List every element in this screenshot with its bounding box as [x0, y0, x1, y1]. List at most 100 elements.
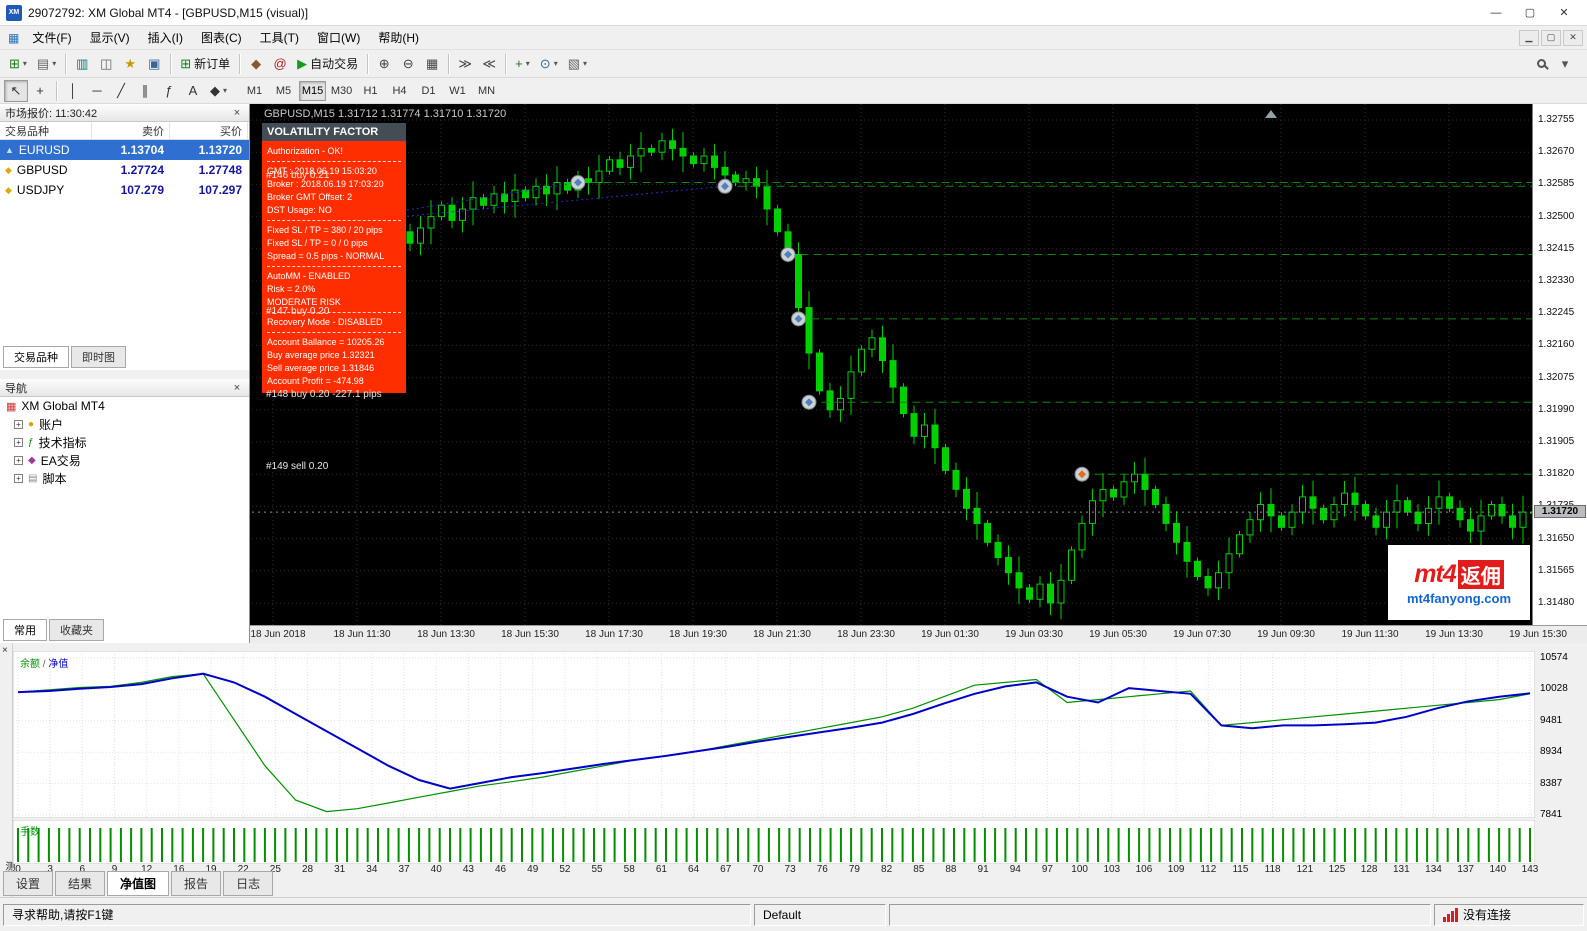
periods-button-dropdown[interactable]: ▾	[554, 59, 558, 68]
expand-icon[interactable]: +	[14, 420, 23, 429]
price-scale[interactable]: 1.31720 1.327551.326701.325851.325001.32…	[1532, 104, 1587, 625]
timeframe-w1[interactable]: W1	[444, 81, 471, 101]
chart-menu-icon[interactable]: ▦	[8, 31, 19, 45]
tester-tab-1[interactable]: 设置	[3, 871, 53, 896]
market-watch-column-3: 买价	[170, 122, 248, 139]
timeframe-m30[interactable]: M30	[328, 81, 355, 101]
indicators-button[interactable]: +▾	[510, 53, 535, 75]
new-chart-button-dropdown[interactable]: ▾	[23, 59, 27, 68]
auto-scroll-toggle[interactable]: ≫	[453, 53, 477, 75]
navigator-item-scripts[interactable]: +▤脚本	[0, 469, 249, 487]
mql-community-button[interactable]: @	[268, 53, 292, 75]
market-watch-tab-1[interactable]: 交易品种	[3, 346, 69, 368]
navigator-close-icon[interactable]: ×	[230, 382, 244, 394]
cursor-tool[interactable]: ↖	[4, 80, 28, 102]
timeframe-h4[interactable]: H4	[386, 81, 413, 101]
autotrading-button[interactable]: ▶自动交易	[292, 53, 363, 75]
horizontal-line-tool[interactable]: ─	[85, 80, 109, 102]
new-order-button[interactable]: ⊞新订单	[175, 53, 235, 75]
child-restore-button[interactable]: ▢	[1541, 30, 1561, 46]
timeframe-d1[interactable]: D1	[415, 81, 442, 101]
market-watch-close-icon[interactable]: ×	[230, 107, 244, 119]
search-icon[interactable]	[1529, 53, 1553, 75]
vertical-line-tool[interactable]: │	[61, 80, 85, 102]
timeframe-h1[interactable]: H1	[357, 81, 384, 101]
tester-tab-3[interactable]: 净值图	[107, 871, 169, 896]
market-watch-row-gbpusd[interactable]: ◆GBPUSD1.277241.27748	[0, 160, 249, 180]
market-watch-row-eurusd[interactable]: ▲EURUSD1.137041.13720	[0, 140, 249, 160]
fibonacci-tool[interactable]: ƒ	[157, 80, 181, 102]
templates-button-dropdown[interactable]: ▾	[583, 59, 587, 68]
close-button[interactable]: ✕	[1547, 2, 1581, 24]
data-window-toggle[interactable]: ◫	[94, 53, 118, 75]
tester-tab-2[interactable]: 结果	[55, 871, 105, 896]
chart-shift-toggle[interactable]: ≪	[477, 53, 501, 75]
maximize-button[interactable]: ▢	[1513, 2, 1547, 24]
periods-button[interactable]: ⊙▾	[535, 53, 563, 75]
status-connection[interactable]: 没有连接	[1434, 904, 1584, 926]
crosshair-tool[interactable]: +	[28, 80, 52, 102]
timeframe-m15[interactable]: M15	[299, 81, 326, 101]
menu-item-1[interactable]: 文件(F)	[23, 26, 80, 49]
quick-panel-icon[interactable]: ▾	[1553, 53, 1577, 75]
terminal-toggle[interactable]: ▣	[142, 53, 166, 75]
tester-x-label: 115	[1227, 864, 1253, 875]
expand-icon[interactable]: +	[14, 474, 23, 483]
trendline-tool[interactable]: ╱	[109, 80, 133, 102]
navigator-tab-1[interactable]: 常用	[3, 619, 47, 641]
market-watch-tab-2[interactable]: 即时图	[71, 346, 126, 368]
zoom-in-button[interactable]: ⊕	[372, 53, 396, 75]
time-label: 18 Jun 17:30	[582, 629, 646, 640]
timeframe-m5[interactable]: M5	[270, 81, 297, 101]
navigator-item-indicators[interactable]: +ƒ技术指标	[0, 433, 249, 451]
market-watch-toggle[interactable]: ▥	[70, 53, 94, 75]
candlestick-chart[interactable]	[252, 104, 1532, 625]
profiles-button[interactable]: ▤▾	[32, 53, 61, 75]
menu-item-7[interactable]: 帮助(H)	[369, 26, 428, 49]
trade-label-3: #148 buy 0.20 -227.1 pips	[266, 389, 382, 400]
timeframe-mn[interactable]: MN	[473, 81, 500, 101]
menu-item-6[interactable]: 窗口(W)	[308, 26, 369, 49]
new-chart-button[interactable]: ⊞▾	[4, 53, 32, 75]
overlay-line: Fixed SL / TP = 380 / 20 pips	[267, 224, 401, 237]
menu-item-2[interactable]: 显示(V)	[81, 26, 139, 49]
indicators-button-dropdown[interactable]: ▾	[526, 59, 530, 68]
menu-item-5[interactable]: 工具(T)	[251, 26, 308, 49]
minimize-button[interactable]: —	[1479, 2, 1513, 24]
symbol-icon: ▲	[5, 145, 14, 155]
new-order-button-label: 新订单	[194, 55, 230, 72]
app-icon: XM	[6, 5, 22, 21]
price-label: 1.31565	[1538, 565, 1574, 576]
menu-item-4[interactable]: 图表(C)	[192, 26, 251, 49]
tester-tab-4[interactable]: 报告	[171, 871, 221, 896]
tester-tab-5[interactable]: 日志	[223, 871, 273, 896]
channel-tool[interactable]: ∥	[133, 80, 157, 102]
tile-windows-button[interactable]: ▦	[420, 53, 444, 75]
child-minimize-button[interactable]: ▁	[1519, 30, 1539, 46]
expert-properties-button[interactable]: ◆	[244, 53, 268, 75]
timeframe-m1[interactable]: M1	[241, 81, 268, 101]
zoom-out-button[interactable]: ⊖	[396, 53, 420, 75]
status-profile[interactable]: Default	[754, 904, 886, 926]
market-watch-row-usdjpy[interactable]: ◆USDJPY107.279107.297	[0, 180, 249, 200]
profiles-button-dropdown[interactable]: ▾	[52, 59, 56, 68]
navigator-item-expert-advisors[interactable]: +◆EA交易	[0, 451, 249, 469]
arrows-tool-dropdown[interactable]: ▾	[223, 86, 227, 95]
navigator-root[interactable]: ▦XM Global MT4	[0, 397, 249, 415]
templates-button[interactable]: ▧▾	[563, 53, 592, 75]
text-tool[interactable]: A	[181, 80, 205, 102]
tester-x-label: 40	[423, 864, 449, 875]
navigator-toggle[interactable]: ★	[118, 53, 142, 75]
child-close-button[interactable]: ✕	[1563, 30, 1583, 46]
time-axis[interactable]: 18 Jun 201818 Jun 11:3018 Jun 13:3018 Ju…	[250, 625, 1587, 643]
arrows-tool[interactable]: ◆▾	[205, 80, 232, 102]
tester-close-icon[interactable]: ×	[2, 645, 8, 656]
expand-icon[interactable]: +	[14, 456, 23, 465]
tester-x-label: 118	[1260, 864, 1286, 875]
navigator-tab-2[interactable]: 收藏夹	[49, 619, 104, 641]
expand-icon[interactable]: +	[14, 438, 23, 447]
chart-window[interactable]: GBPUSD,M15 1.31712 1.31774 1.31710 1.317…	[250, 104, 1587, 643]
navigator-item-accounts[interactable]: +●账户	[0, 415, 249, 433]
tester-x-label: 58	[616, 864, 642, 875]
menu-item-3[interactable]: 插入(I)	[139, 26, 192, 49]
